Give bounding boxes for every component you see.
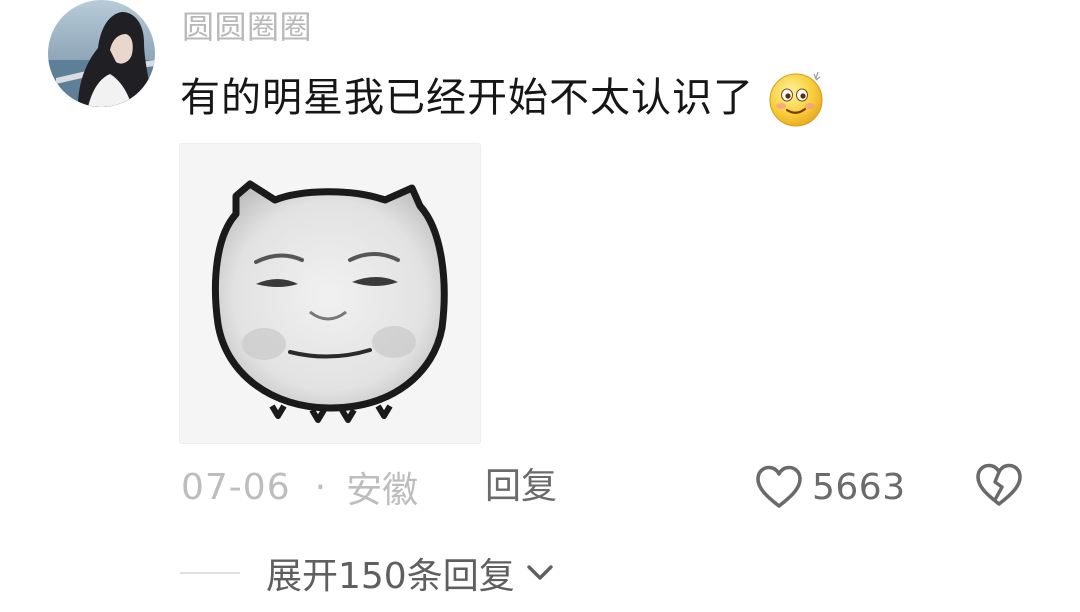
broken-heart-icon[interactable] [974, 462, 1024, 508]
avatar-photo [48, 0, 155, 107]
avatar[interactable] [48, 0, 155, 107]
sticker-image[interactable] [179, 143, 481, 444]
comment-date: 07-06 [181, 466, 291, 508]
piglet-face-sticker-icon [180, 144, 480, 443]
comment-body: 有的明星我已经开始不太认识了 [180, 68, 826, 128]
expand-replies-label: 展开150条回复 [266, 556, 515, 597]
comment-item: 圆圆圈圈 有的明星我已经开始不太认识了 07-06 · 安徽 回复 5663 展… [0, 0, 1080, 612]
shy-smile-emoji-icon [769, 71, 823, 127]
like-button[interactable]: 5663 [754, 460, 906, 514]
divider-line [180, 572, 240, 574]
meta-separator: · [314, 466, 327, 508]
chevron-down-icon [527, 565, 553, 580]
comment-meta: 07-06 · 安徽 [181, 462, 418, 512]
comment-location: 安徽 [346, 470, 419, 511]
like-count: 5663 [812, 466, 906, 508]
reply-button[interactable]: 回复 [485, 462, 557, 512]
expand-replies-button[interactable]: 展开150条回复 [266, 547, 555, 599]
heart-icon [756, 465, 802, 508]
comment-text: 有的明星我已经开始不太认识了 [180, 75, 754, 121]
expand-replies-row: 展开150条回复 [180, 546, 555, 600]
username[interactable]: 圆圆圈圈 [182, 6, 312, 48]
